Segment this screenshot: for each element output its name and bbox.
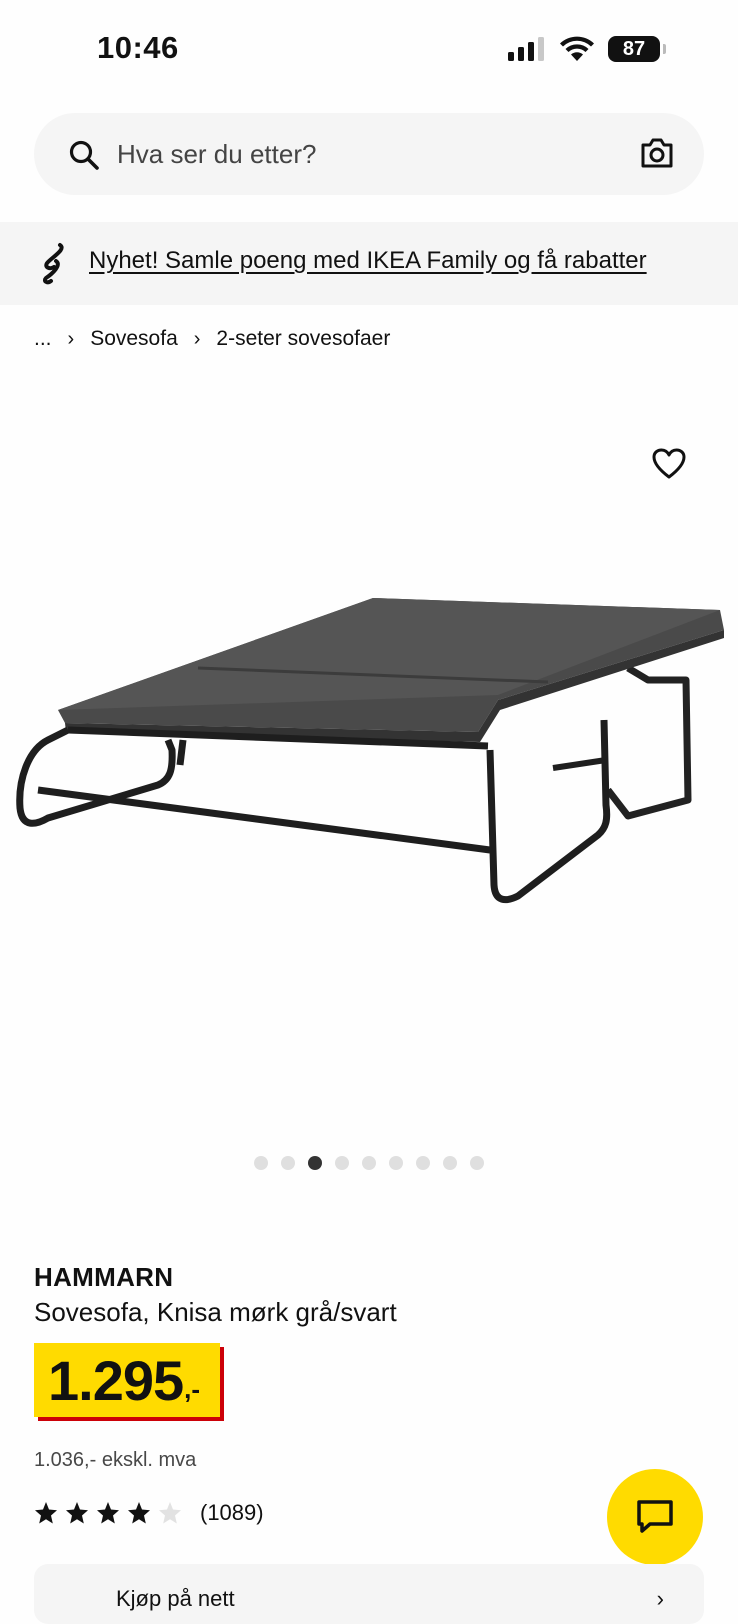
star-filled-icon (66, 1502, 88, 1524)
chevron-right-icon: › (67, 327, 75, 350)
camera-icon[interactable] (640, 137, 674, 169)
status-icons: 87 (508, 36, 666, 62)
gallery-dot[interactable] (362, 1156, 376, 1170)
heart-icon[interactable] (652, 448, 686, 480)
gallery-dot[interactable] (389, 1156, 403, 1170)
product-description: Sovesofa, Knisa mørk grå/svart (34, 1297, 397, 1327)
price-decimal: ,- (184, 1374, 201, 1404)
chat-icon (637, 1500, 673, 1533)
gallery-dot[interactable] (416, 1156, 430, 1170)
gallery-pagination (0, 1156, 738, 1170)
breadcrumb: ... › Sovesofa › 2-seter sovesofaer (34, 327, 390, 351)
ikea-family-icon (43, 243, 64, 285)
star-empty-icon (159, 1502, 181, 1524)
breadcrumb-item-2-seter[interactable]: 2-seter sovesofaer (216, 327, 390, 351)
search-icon (69, 140, 99, 170)
promo-banner[interactable]: Nyhet! Samle poeng med IKEA Family og få… (0, 222, 738, 305)
purchase-option-label: Kjøp på nett (116, 1586, 235, 1611)
review-count[interactable]: (1089) (200, 1500, 264, 1526)
product-gallery[interactable] (0, 370, 738, 1170)
signal-icon (508, 37, 544, 61)
chevron-right-icon: › (656, 1586, 664, 1611)
status-time: 10:46 (97, 30, 179, 65)
wifi-icon (560, 36, 594, 61)
star-filled-icon (35, 1502, 57, 1524)
gallery-dot[interactable] (308, 1156, 322, 1170)
purchase-option-card[interactable]: Kjøp på nett › (34, 1564, 704, 1624)
chat-button[interactable] (607, 1469, 703, 1565)
price-tag: 1.295 ,- (34, 1343, 224, 1421)
promo-link[interactable]: Nyhet! Samle poeng med IKEA Family og få… (89, 247, 647, 275)
star-filled-icon (128, 1502, 150, 1524)
breadcrumb-item-sovesofa[interactable]: Sovesofa (90, 327, 178, 351)
gallery-dot[interactable] (335, 1156, 349, 1170)
price-tag-fill: 1.295 ,- (34, 1343, 220, 1417)
price-ex-vat: 1.036,- ekskl. mva (34, 1449, 197, 1471)
rating-stars (34, 1501, 182, 1525)
gallery-dot[interactable] (443, 1156, 457, 1170)
search-bar[interactable]: Hva ser du etter? (34, 113, 704, 195)
search-input[interactable]: Hva ser du etter? (117, 139, 316, 170)
product-brand[interactable]: HAMMARN (34, 1262, 173, 1293)
status-bar: 10:46 87 (0, 0, 738, 100)
chevron-right-icon: › (193, 327, 201, 350)
breadcrumb-ellipsis[interactable]: ... (34, 327, 52, 351)
product-image (16, 598, 724, 904)
gallery-dot[interactable] (281, 1156, 295, 1170)
battery-icon: 87 (608, 36, 666, 62)
star-filled-icon (97, 1502, 119, 1524)
product-rating[interactable]: (1089) (34, 1500, 264, 1526)
price-integer: 1.295 (48, 1349, 184, 1412)
gallery-dot[interactable] (254, 1156, 268, 1170)
gallery-dot[interactable] (470, 1156, 484, 1170)
